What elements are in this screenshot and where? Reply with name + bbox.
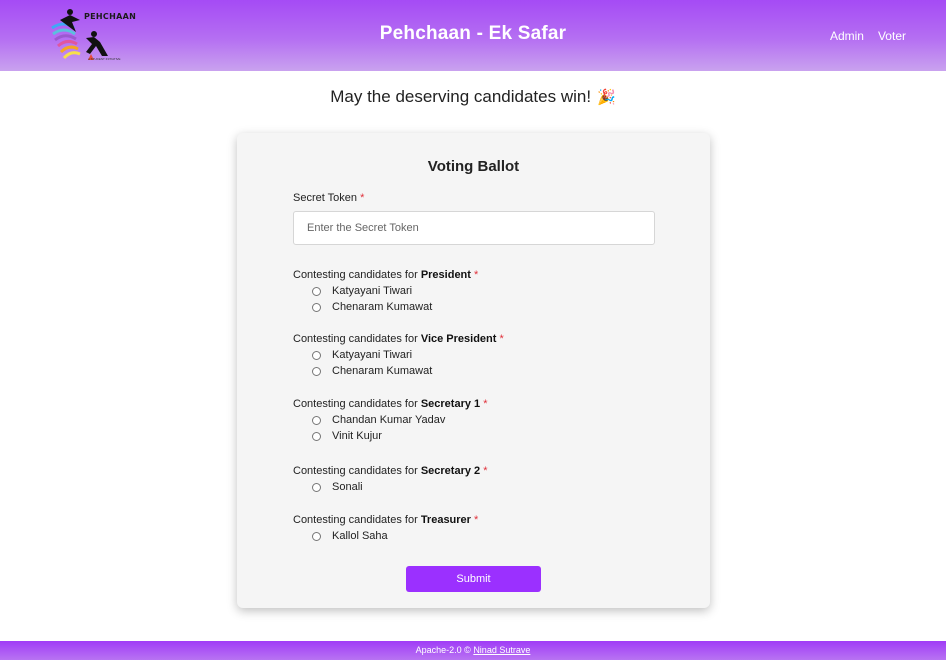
party-popper-icon: 🎉 [597, 89, 616, 106]
required-asterisk: * [483, 398, 488, 410]
position-label: Contesting candidates for Secretary 2 * [293, 465, 488, 477]
secret-token-input[interactable] [293, 211, 655, 245]
submit-button[interactable]: Submit [406, 566, 541, 592]
candidate-option[interactable]: Chandan Kumar Yadav [312, 412, 487, 428]
position-label: Contesting candidates for Vice President… [293, 333, 504, 345]
site-footer: Apache-2.0 © Ninad Sutrave [0, 641, 946, 660]
voting-ballot-card: Voting Ballot Secret Token * Contesting … [237, 133, 710, 608]
candidate-name: Kallol Saha [332, 530, 388, 542]
required-asterisk: * [483, 465, 488, 477]
ballot-title: Voting Ballot [427, 158, 520, 175]
tagline-text: May the deserving candidates win! [330, 87, 592, 106]
top-nav: Admin Voter [830, 29, 906, 43]
position-group-secretary-1: Contesting candidates for Secretary 1 * … [293, 396, 487, 444]
candidate-option[interactable]: Vinit Kujur [312, 428, 487, 444]
candidate-option[interactable]: Chenaram Kumawat [312, 299, 478, 315]
candidate-name: Sonali [332, 481, 363, 493]
candidate-option[interactable]: Katyayani Tiwari [312, 283, 478, 299]
candidate-name: Vinit Kujur [332, 430, 382, 442]
license-text: Apache-2.0 © [415, 645, 471, 655]
tagline: May the deserving candidates win! 🎉 [0, 87, 946, 107]
candidate-radio[interactable] [312, 286, 321, 296]
logo-wordmark: PEHCHAAN [84, 12, 137, 21]
position-label: Contesting candidates for Treasurer * [293, 514, 479, 526]
candidate-name: Katyayani Tiwari [332, 349, 413, 361]
candidate-option[interactable]: Katyayani Tiwari [312, 347, 504, 363]
candidate-radio[interactable] [312, 415, 321, 425]
secret-token-label: Secret Token * [293, 192, 365, 204]
logo-subtext: A STUDENT INITIATIVE [88, 57, 121, 61]
candidate-name: Chenaram Kumawat [332, 301, 433, 313]
position-group-treasurer: Contesting candidates for Treasurer * Ka… [293, 512, 478, 544]
candidate-option[interactable]: Kallol Saha [312, 528, 478, 544]
candidate-name: Chandan Kumar Yadav [332, 414, 446, 426]
position-group-president: Contesting candidates for President * Ka… [293, 267, 478, 315]
candidate-radio[interactable] [312, 431, 321, 441]
candidate-option[interactable]: Sonali [312, 479, 487, 495]
candidate-radio[interactable] [312, 350, 321, 360]
nav-admin-link[interactable]: Admin [830, 29, 864, 43]
candidate-radio[interactable] [312, 366, 321, 376]
site-header: PEHCHAAN A STUDENT INITIATIVE Pehchaan -… [0, 0, 946, 71]
author-link[interactable]: Ninad Sutrave [473, 645, 530, 655]
candidate-name: Chenaram Kumawat [332, 365, 433, 377]
required-asterisk: * [474, 269, 479, 281]
required-asterisk: * [474, 514, 479, 526]
position-group-vice-president: Contesting candidates for Vice President… [293, 331, 504, 379]
required-asterisk: * [360, 192, 365, 204]
nav-voter-link[interactable]: Voter [878, 29, 906, 43]
candidate-name: Katyayani Tiwari [332, 285, 413, 297]
position-label: Contesting candidates for President * [293, 269, 479, 281]
position-group-secretary-2: Contesting candidates for Secretary 2 * … [293, 463, 487, 495]
candidate-radio[interactable] [312, 302, 321, 312]
required-asterisk: * [499, 333, 504, 345]
candidate-radio[interactable] [312, 482, 321, 492]
candidate-radio[interactable] [312, 531, 321, 541]
position-label: Contesting candidates for Secretary 1 * [293, 398, 488, 410]
candidate-option[interactable]: Chenaram Kumawat [312, 363, 504, 379]
site-title: Pehchaan - Ek Safar [379, 23, 567, 44]
